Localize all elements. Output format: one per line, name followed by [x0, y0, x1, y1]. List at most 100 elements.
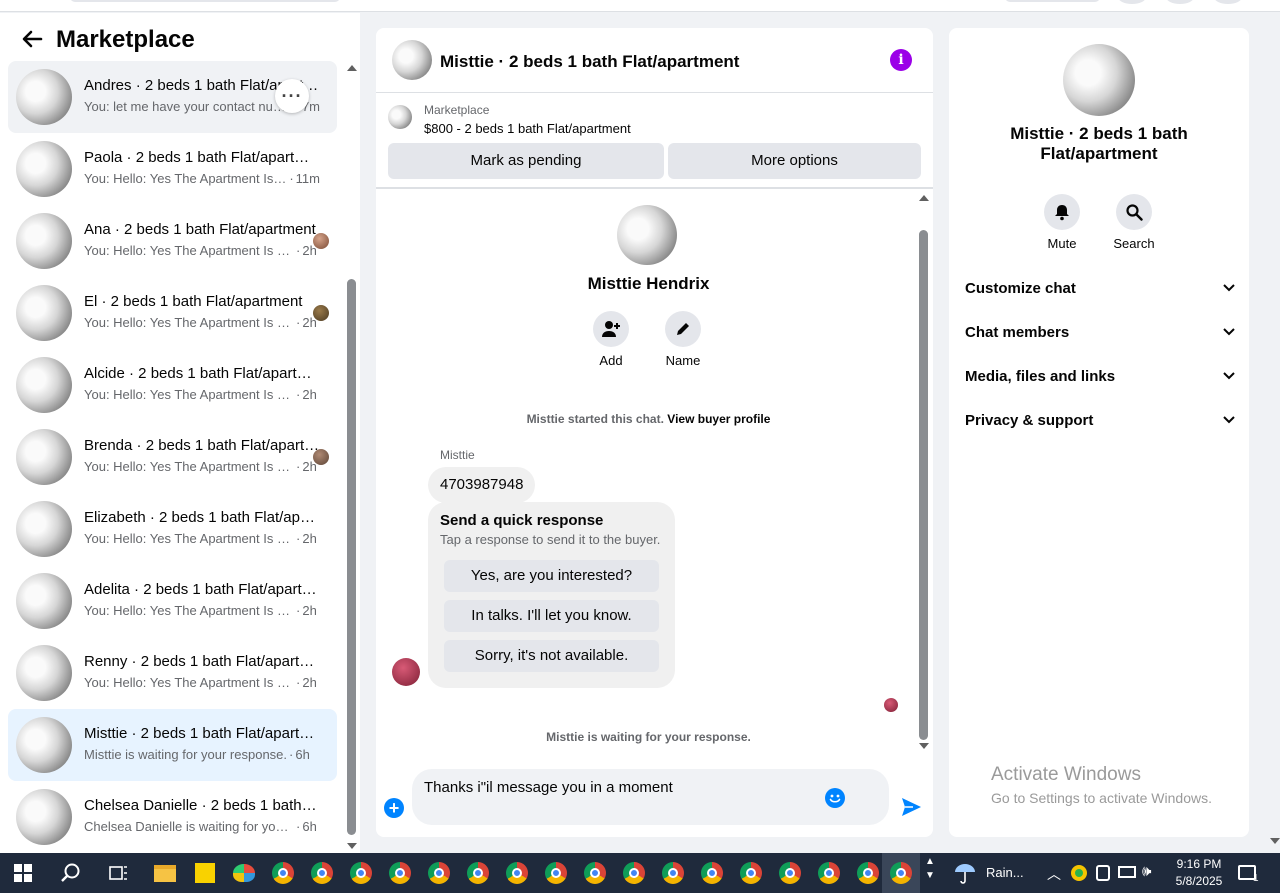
buyer-avatar[interactable] [392, 658, 420, 686]
add-action[interactable]: Add [581, 311, 641, 368]
taskbar-scroll-arrows[interactable]: ▲ ▼ [925, 855, 935, 883]
back-arrow-icon[interactable] [20, 27, 44, 51]
chevron-up-icon[interactable]: ︿ [1047, 864, 1061, 884]
view-buyer-profile-link[interactable]: View buyer profile [667, 412, 770, 426]
chat-title[interactable]: Misttie · 2 beds 1 bath Flat/apartment [440, 52, 739, 72]
plus-icon[interactable]: + [384, 798, 404, 818]
privacy-support-section[interactable]: Privacy & support [965, 402, 1235, 442]
chat-scrollbar[interactable] [917, 191, 931, 751]
conversation-item[interactable]: Renny · 2 beds 1 bath Flat/apartment You… [8, 637, 337, 709]
chrome-icon[interactable] [342, 853, 380, 893]
windows-start-icon[interactable] [4, 853, 42, 893]
search-bar[interactable] [70, 0, 340, 2]
quick-reply-button[interactable]: Yes, are you interested? [444, 560, 659, 592]
send-icon[interactable] [900, 796, 922, 818]
chrome-icon[interactable] [459, 853, 497, 893]
chat-members-section[interactable]: Chat members [965, 314, 1235, 354]
chrome-icon[interactable] [537, 853, 575, 893]
chrome-icon[interactable] [420, 853, 458, 893]
weather-rain-icon[interactable] [946, 853, 984, 893]
chrome-icon[interactable] [732, 853, 770, 893]
more-options-button[interactable]: ··· [275, 79, 309, 113]
message-bubble[interactable]: 4703987948 [428, 467, 536, 503]
mark-as-pending-button[interactable]: Mark as pending [388, 143, 664, 179]
network-icon[interactable] [1118, 866, 1136, 878]
conversation-item[interactable]: Alcide · 2 beds 1 bath Flat/apartment Yo… [8, 349, 337, 421]
search-icon[interactable] [1116, 194, 1152, 230]
seen-indicator-avatar [884, 698, 898, 712]
messenger-icon[interactable] [1166, 0, 1194, 4]
scroll-up-arrow[interactable] [347, 65, 357, 71]
scrollbar-thumb[interactable] [919, 230, 928, 740]
name-action[interactable]: Name [653, 311, 713, 368]
scroll-up-arrow[interactable] [919, 195, 929, 201]
chrome-icon[interactable] [498, 853, 536, 893]
listing-thumbnail [16, 141, 72, 197]
chrome-icon-active[interactable] [882, 853, 920, 893]
mute-action[interactable]: Mute [1032, 194, 1092, 251]
info-icon[interactable]: i [890, 49, 912, 71]
weather-text[interactable]: Rain... [986, 865, 1024, 880]
chrome-icon[interactable] [381, 853, 419, 893]
top-action-pill[interactable] [1005, 0, 1100, 2]
conversation-preview: You: Hello: Yes The Apartment Is Still A… [84, 171, 320, 186]
quick-reply-button[interactable]: In talks. I'll let you know. [444, 600, 659, 632]
conversation-item[interactable]: Ana · 2 beds 1 bath Flat/apartment You: … [8, 205, 337, 277]
sticky-notes-icon[interactable] [186, 853, 224, 893]
buyer-profile-avatar[interactable] [617, 205, 677, 265]
chat-avatar[interactable] [392, 40, 432, 80]
chrome-icon[interactable] [654, 853, 692, 893]
listing-title[interactable]: $800 - 2 beds 1 bath Flat/apartment [424, 121, 631, 136]
profile-avatar[interactable] [1214, 0, 1242, 4]
more-options-button[interactable]: More options [668, 143, 921, 179]
message-input-text[interactable]: Thanks i"il message you in a moment [424, 779, 673, 796]
scroll-down-arrow[interactable] [347, 843, 357, 849]
listing-thumbnail [16, 573, 72, 629]
chrome-icon[interactable] [810, 853, 848, 893]
listing-thumbnail[interactable] [388, 105, 412, 129]
details-avatar[interactable] [1063, 44, 1135, 116]
conversation-item[interactable]: Paola · 2 beds 1 bath Flat/apartment You… [8, 133, 337, 205]
conversation-item[interactable]: El · 2 beds 1 bath Flat/apartment You: H… [8, 277, 337, 349]
bell-icon[interactable] [1044, 194, 1080, 230]
taskbar-clock[interactable]: 9:16 PM 5/8/2025 [1174, 856, 1224, 890]
emoji-icon[interactable] [825, 788, 845, 808]
clock-date: 5/8/2025 [1175, 874, 1223, 888]
menu-icon[interactable] [1118, 0, 1146, 4]
message-input[interactable]: Thanks i"il message you in a moment [412, 769, 889, 825]
meet-now-icon[interactable] [1096, 865, 1110, 881]
conversation-item-active[interactable]: Misttie · 2 beds 1 bath Flat/apartment M… [8, 709, 337, 781]
chevron-down-icon [1223, 284, 1235, 292]
conversation-item[interactable]: Andres · 2 beds 1 bath Flat/apartment Yo… [8, 61, 337, 133]
norton-icon[interactable] [1071, 865, 1087, 881]
search-icon[interactable] [52, 853, 90, 893]
chrome-icon[interactable] [615, 853, 653, 893]
chat-started-notice: Misttie started this chat. View buyer pr… [376, 412, 921, 426]
volume-icon[interactable]: 🕪 [1142, 863, 1151, 880]
window-scroll-down-arrow[interactable] [1270, 838, 1280, 844]
conversation-item[interactable]: Brenda · 2 beds 1 bath Flat/apartment Yo… [8, 421, 337, 493]
conversation-message: You: let me have your contact number [84, 99, 294, 114]
conversation-item[interactable]: Chelsea Danielle · 2 beds 1 bath Flat/ap… [8, 781, 337, 853]
sidebar-scrollbar[interactable] [345, 61, 359, 853]
scrollbar-thumb[interactable] [347, 279, 356, 835]
pencil-icon[interactable] [665, 311, 701, 347]
chrome-icon[interactable] [264, 853, 302, 893]
file-explorer-icon[interactable] [146, 853, 184, 893]
chrome-icon[interactable] [303, 853, 341, 893]
conversation-preview: You: Hello: Yes The Apartment Is Still A… [84, 603, 317, 618]
conversation-item[interactable]: Elizabeth · 2 beds 1 bath Flat/apartment… [8, 493, 337, 565]
customize-chat-section[interactable]: Customize chat [965, 270, 1235, 310]
paint-icon[interactable] [225, 853, 263, 893]
quick-reply-button[interactable]: Sorry, it's not available. [444, 640, 659, 672]
chrome-icon[interactable] [576, 853, 614, 893]
conversation-message: You: Hello: Yes The Apartment Is Still A… [84, 315, 294, 330]
search-action[interactable]: Search [1104, 194, 1164, 251]
media-files-links-section[interactable]: Media, files and links [965, 358, 1235, 398]
conversation-item[interactable]: Adelita · 2 beds 1 bath Flat/apartment Y… [8, 565, 337, 637]
scroll-down-arrow[interactable] [919, 743, 929, 749]
chrome-icon[interactable] [771, 853, 809, 893]
add-person-icon[interactable] [593, 311, 629, 347]
chrome-icon[interactable] [693, 853, 731, 893]
task-view-icon[interactable] [100, 853, 138, 893]
